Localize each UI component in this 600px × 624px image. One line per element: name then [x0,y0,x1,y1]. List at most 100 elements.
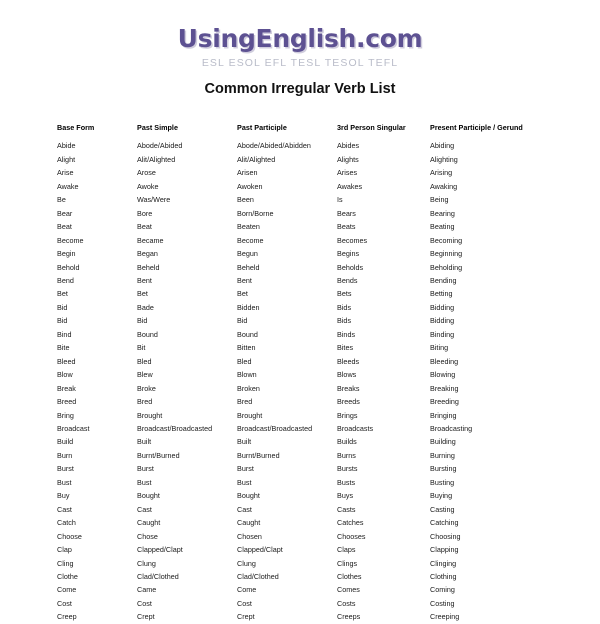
table-cell: Clothe [57,571,78,581]
table-cell: Bids [337,302,352,312]
table-cell: Bids [337,316,352,326]
table-cell: Cost [57,598,72,608]
site-logo: UsingEnglish.com [177,24,423,53]
table-cell: Chosen [237,531,262,541]
table-cell: Bent [137,275,152,285]
table-cell: Alight [57,154,76,164]
table-row: Creep Crept Crept Creeps Creeping [57,610,577,623]
table-cell: Broke [137,383,156,393]
table-cell: Abides [337,141,360,151]
table-row: Cling Clung Clung Clings Clinging [57,557,577,570]
table-cell: Clad/Clothed [137,571,179,581]
table-cell: Bust [57,477,72,487]
table-cell: Blowing [430,370,456,380]
table-cell: Casting [430,504,455,514]
table-cell: Bust [137,477,152,487]
table-cell: Came [137,585,157,595]
table-row: Cast Cast Cast Casts Casting [57,503,577,516]
table-row: Bid Bid Bid Bids Bidding [57,314,577,327]
table-cell: Bred [137,397,153,407]
table-cell: Binding [430,329,455,339]
table-cell: Is [337,195,343,205]
table-row: Broadcast Broadcast/Broadcasted Broadcast/… [57,422,577,435]
table-cell: Bled [137,356,152,366]
table-cell: Brings [337,410,358,420]
table-cell: Beholding [430,262,463,272]
table-cell: Bending [430,275,457,285]
table-cell: Bends [337,275,358,285]
table-cell: Bind [57,329,72,339]
table-cell: Clings [337,558,358,568]
table-cell: Creeps [337,612,361,622]
table-cell: Begins [337,249,360,259]
table-cell: Chooses [337,531,366,541]
table-cell: Bought [137,491,160,501]
table-cell: Buys [337,491,354,501]
table-cell: Blow [57,370,73,380]
table-row: Bind Bound Bound Binds Binding [57,328,577,341]
table-cell: Caught [137,518,161,528]
table-cell: Creeping [430,612,460,622]
table-cell: Clung [237,558,256,568]
table-cell: Became [137,235,164,245]
table-cell: Bid [57,316,68,326]
table-cell: Blown [237,370,257,380]
table-cell: Been [237,195,254,205]
table-cell: Casts [337,504,356,514]
table-cell: Bled [237,356,252,366]
table-cell: Beheld [137,262,160,272]
table-row: Bleed Bled Bled Bleeds Bleeding [57,355,577,368]
table-cell: Awoke [137,181,159,191]
column-header-base-form: Base Form [57,123,95,132]
table-cell: Bite [57,343,70,353]
table-cell: Bear [57,208,73,218]
table-cell: Clothing [430,571,457,581]
table-cell: Built [237,437,252,447]
table-cell: Crept [137,612,155,622]
table-cell: Becoming [430,235,463,245]
table-cell: Costing [430,598,455,608]
table-cell: Clad/Clothed [237,571,279,581]
table-cell: Burns [337,450,356,460]
table-row: Become Became Become Becomes Becoming [57,234,577,247]
table-row: Blow Blew Blown Blows Blowing [57,368,577,381]
table-cell: Awake [57,181,79,191]
table-cell: Bidding [430,316,455,326]
table-cell: Brought [237,410,263,420]
table-cell: Bears [337,208,356,218]
table-cell: Choose [57,531,82,541]
table-cell: Cast [237,504,252,514]
table-row: Behold Beheld Beheld Beholds Beholding [57,261,577,274]
table-cell: Catching [430,518,459,528]
table-cell: Abode/Abided/Abidden [237,141,311,151]
table-row: Burst Burst Burst Bursts Bursting [57,462,577,475]
table-cell: Cast [137,504,152,514]
table-cell: Burn [57,450,73,460]
table-cell: Cling [57,558,74,568]
table-header: Base Form Past Simple Past Participle 3rd P… [57,121,577,139]
table-cell: Begun [237,249,258,259]
table-cell: Costs [337,598,356,608]
table-cell: Binds [337,329,356,339]
table-cell: Building [430,437,456,447]
table-cell: Buying [430,491,453,501]
table-cell: Beholds [337,262,364,272]
table-cell: Abode/Abided [137,141,183,151]
table-cell: Awaking [430,181,458,191]
table-cell: Claps [337,545,356,555]
table-cell: Catch [57,518,76,528]
table-cell: Biting [430,343,449,353]
table-cell: Bidden [237,302,260,312]
table-cell: Awakes [337,181,363,191]
table-cell: Bust [237,477,252,487]
table-cell: Bound [137,329,158,339]
table-cell: Blows [337,370,357,380]
table-cell: Burst [57,464,74,474]
table-cell: Bade [137,302,154,312]
table-cell: Beaten [237,222,260,232]
table-cell: Breeds [337,397,360,407]
table-cell: Beating [430,222,455,232]
table-cell: Arise [57,168,74,178]
table-cell: Clinging [430,558,457,568]
table-cell: Alighting [430,154,458,164]
